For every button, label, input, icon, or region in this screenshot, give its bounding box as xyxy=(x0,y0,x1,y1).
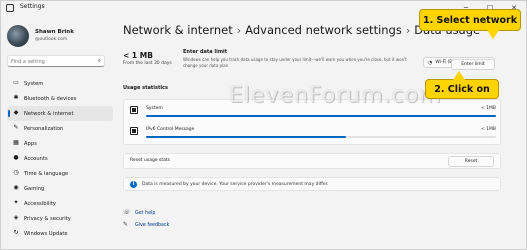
sidebar: Shawn Brink @outlook.com ⌕ ▭ System ✱ Bluet… xyxy=(1,15,119,250)
app-name: IPv6 Control Message xyxy=(146,127,195,132)
profile-email: @outlook.com xyxy=(35,37,68,42)
give-feedback-link[interactable]: ✎ Give feedback xyxy=(123,219,169,231)
sidebar-nav: ▭ System ✱ Bluetooth & devices ◆ Network & in… xyxy=(7,76,113,241)
usage-bar-fill xyxy=(146,136,346,138)
app-usage-value: < 1MB xyxy=(480,106,496,111)
app-icon xyxy=(130,106,138,114)
avatar xyxy=(7,25,29,47)
settings-window: Settings ─ ☐ ✕ Shawn Brink @outlook.com … xyxy=(0,0,527,250)
site-watermark: ElevenForum.com xyxy=(229,83,442,108)
info-icon: i xyxy=(130,181,137,188)
user-profile[interactable]: Shawn Brink @outlook.com xyxy=(7,25,117,53)
get-help-link[interactable]: ☏ Get help xyxy=(123,207,169,219)
breadcrumb-network-internet[interactable]: Network & internet xyxy=(123,23,233,37)
display-icon: ▭ xyxy=(13,79,19,86)
measurement-info-text: Data is measured by your device. Your se… xyxy=(142,182,329,187)
app-icon xyxy=(130,127,138,135)
usage-bar-fill xyxy=(146,115,496,117)
breadcrumb-separator: › xyxy=(236,24,242,37)
sidebar-item-time-language[interactable]: ◷ Time & language xyxy=(7,166,113,181)
app-usage-row: IPv6 Control Message < 1MB xyxy=(130,126,496,144)
main-content: Network & internet › Advanced network sett… xyxy=(123,15,523,250)
sidebar-item-label: Time & language xyxy=(24,170,69,177)
reset-usage-label: Reset usage stats xyxy=(130,158,170,163)
brush-icon: ✎ xyxy=(13,124,19,131)
data-limit-title: Enter data limit xyxy=(183,49,228,55)
window-title: Settings xyxy=(20,3,45,10)
usage-bar-track xyxy=(146,136,496,138)
accessibility-icon: ✦ xyxy=(13,199,19,206)
sidebar-item-label: Network & internet xyxy=(24,110,74,117)
search-input[interactable] xyxy=(11,57,91,66)
search-box[interactable]: ⌕ xyxy=(7,55,105,67)
breadcrumb-advanced-network-settings[interactable]: Advanced network settings xyxy=(245,23,402,37)
callout-select-network: 1. Select network xyxy=(419,9,521,31)
apps-icon: ▦ xyxy=(13,139,19,146)
breadcrumb-separator: › xyxy=(405,24,411,37)
help-icon: ☏ xyxy=(123,209,131,216)
profile-name: Shawn Brink xyxy=(35,29,74,35)
sidebar-item-label: Personalization xyxy=(24,125,64,132)
sidebar-item-label: Accessibility xyxy=(24,200,56,207)
sidebar-item-label: Windows Update xyxy=(24,230,68,237)
reset-button[interactable]: Reset xyxy=(448,156,494,167)
sidebar-item-label: Bluetooth & devices xyxy=(24,95,77,102)
enter-limit-button[interactable]: Enter limit xyxy=(451,59,495,70)
app-name: System xyxy=(146,106,163,111)
sidebar-item-label: Privacy & security xyxy=(24,215,71,222)
settings-app-icon xyxy=(6,4,14,12)
wifi-icon: ◔ xyxy=(428,59,433,66)
gamepad-icon: ◉ xyxy=(13,184,19,191)
sidebar-item-label: Apps xyxy=(24,140,37,147)
give-feedback-label: Give feedback xyxy=(135,222,170,228)
sidebar-item-windows-update[interactable]: ↻ Windows Update xyxy=(7,226,113,241)
update-icon: ↻ xyxy=(13,229,19,236)
sidebar-item-personalization[interactable]: ✎ Personalization xyxy=(7,121,113,136)
usage-statistics-title: Usage statistics xyxy=(123,85,168,91)
usage-bar-track xyxy=(146,115,496,117)
sidebar-item-label: Accounts xyxy=(24,155,48,162)
sidebar-item-privacy-security[interactable]: ◈ Privacy & security xyxy=(7,211,113,226)
data-limit-description: Windows can help you track data usage to… xyxy=(183,57,407,68)
sidebar-item-system[interactable]: ▭ System xyxy=(7,76,113,91)
callout-pointer xyxy=(487,30,499,39)
bluetooth-icon: ✱ xyxy=(13,94,19,101)
sidebar-item-label: System xyxy=(24,80,44,87)
sidebar-item-apps[interactable]: ▦ Apps xyxy=(7,136,113,151)
wifi-icon: ◆ xyxy=(13,109,19,116)
callout-click-on: 2. Click on xyxy=(425,79,499,99)
get-help-label: Get help xyxy=(135,210,156,216)
clock-icon: ◷ xyxy=(13,169,19,176)
total-usage-value: < 1 MB xyxy=(123,51,153,60)
sidebar-item-accounts[interactable]: ● Accounts xyxy=(7,151,113,166)
feedback-icon: ✎ xyxy=(123,221,129,228)
person-icon: ● xyxy=(13,154,19,161)
search-icon[interactable]: ⌕ xyxy=(98,57,101,65)
sidebar-item-network-internet[interactable]: ◆ Network & internet xyxy=(7,106,113,121)
help-links: ☏ Get help ✎ Give feedback xyxy=(123,207,169,231)
sidebar-item-bluetooth-devices[interactable]: ✱ Bluetooth & devices xyxy=(7,91,113,106)
app-usage-value: < 1MB xyxy=(480,127,496,132)
sidebar-item-gaming[interactable]: ◉ Gaming xyxy=(7,181,113,196)
reset-usage-card: Reset usage stats Reset xyxy=(123,153,501,169)
total-usage-period: From the last 30 days xyxy=(123,61,172,66)
shield-icon: ◈ xyxy=(13,214,19,221)
callout-pointer xyxy=(453,71,465,80)
sidebar-item-accessibility[interactable]: ✦ Accessibility xyxy=(7,196,113,211)
measurement-info-card: i Data is measured by your device. Your … xyxy=(123,177,501,191)
sidebar-item-label: Gaming xyxy=(24,185,45,192)
